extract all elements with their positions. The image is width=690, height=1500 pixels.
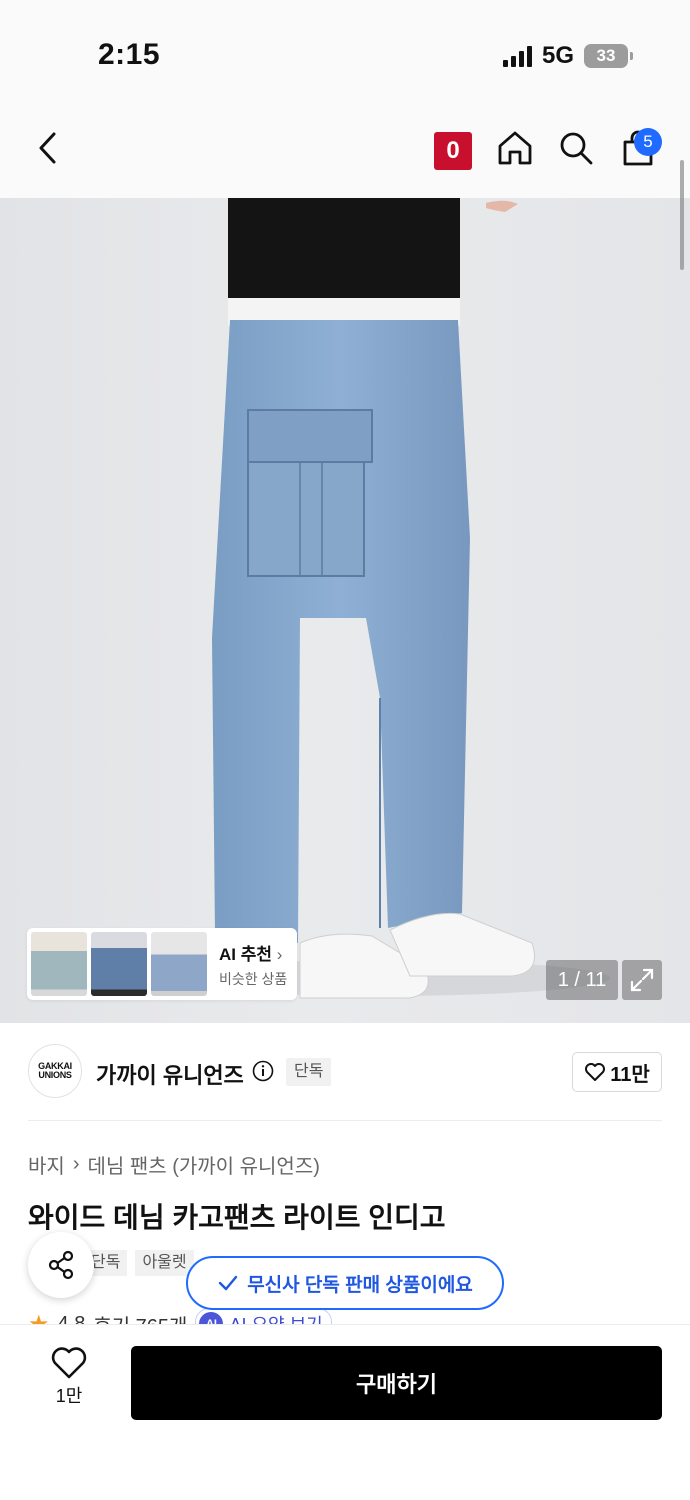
brand-logo-line2: UNIONS [38, 1070, 72, 1080]
signal-icon [502, 45, 532, 67]
product-title: 와이드 데님 카고팬츠 라이트 인디고 [28, 1202, 446, 1233]
share-button[interactable] [28, 1232, 94, 1298]
product-image[interactable] [0, 198, 690, 1023]
heart-icon [585, 1063, 606, 1081]
scrollbar[interactable] [680, 160, 684, 270]
toast-text: 무신사 단독 판매 상품이에요 [247, 1274, 473, 1296]
expand-icon [630, 968, 654, 992]
info-icon[interactable] [252, 1060, 274, 1082]
back-icon [39, 132, 56, 164]
breadcrumb-subcategory[interactable]: 데님 팬츠 (가까이 유니언즈) [87, 1150, 319, 1179]
exclusive-toast: 무신사 단독 판매 상품이에요 [186, 1256, 504, 1310]
exclusive-tag: 단독 [286, 1058, 332, 1086]
heart-icon [51, 1347, 87, 1379]
divider [28, 1120, 662, 1121]
similar-item-thumb[interactable] [91, 932, 147, 996]
home-icon [498, 131, 532, 165]
brand-logo[interactable]: GAKKAI UNIONS [28, 1044, 82, 1098]
network-type: 5G [541, 42, 574, 69]
status-bar: 2:15 5G 33 [0, 0, 690, 100]
check-icon [218, 1275, 238, 1291]
image-counter: 1 / 11 [546, 960, 618, 1000]
similar-item-thumb[interactable] [151, 932, 207, 996]
breadcrumb-category[interactable]: 바지 [28, 1150, 65, 1179]
musinsa-zero-badge[interactable]: 0 [434, 132, 472, 170]
home-button[interactable] [491, 124, 539, 172]
battery-icon: 33 [584, 44, 633, 68]
breadcrumb: 바지 › 데님 팬츠 (가까이 유니언즈) [28, 1150, 320, 1179]
wishlist-button[interactable]: 1만 [40, 1346, 98, 1416]
cart-count-badge: 5 [634, 128, 662, 156]
product-photo [150, 198, 610, 999]
share-icon [48, 1250, 74, 1280]
buy-button[interactable]: 구매하기 [131, 1346, 662, 1420]
search-button[interactable] [552, 124, 600, 172]
chevron-right-icon: › [72, 1153, 80, 1175]
ai-recommend-text: AI 추천 › 비슷한 상품 [219, 940, 287, 989]
top-nav [0, 100, 690, 198]
ai-recommend-title: AI 추천 [219, 944, 273, 964]
expand-image-button[interactable] [622, 960, 662, 1000]
product-tag: 아울렛 [135, 1250, 194, 1276]
back-button[interactable] [24, 124, 72, 172]
brand-like-button[interactable]: 11만 [572, 1052, 662, 1092]
wishlist-count: 1만 [55, 1386, 83, 1406]
brand-name[interactable]: 가까이 유니언즈 [96, 1058, 244, 1090]
search-icon [560, 132, 593, 165]
brand-like-count: 11만 [610, 1063, 650, 1086]
chevron-right-icon: › [276, 944, 283, 964]
ai-recommend-card[interactable]: AI 추천 › 비슷한 상품 [27, 928, 297, 1000]
product-tags: 단독 아울렛 [84, 1250, 194, 1276]
ai-recommend-subtitle: 비슷한 상품 [219, 970, 288, 987]
status-indicators: 5G 33 [502, 42, 633, 70]
status-time: 2:15 [98, 38, 161, 71]
similar-item-thumb[interactable] [31, 932, 87, 996]
